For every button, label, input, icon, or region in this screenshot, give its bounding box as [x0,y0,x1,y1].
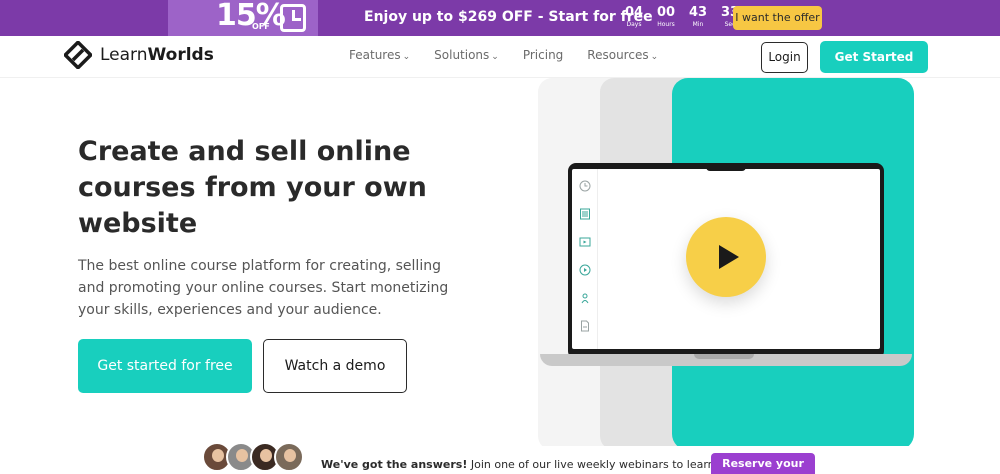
logo[interactable]: LearnWorlds [62,39,214,71]
promo-artwork: 15% OFF [168,0,318,36]
file-icon [579,317,591,332]
top-nav: LearnWorlds Features ⌄ Solutions ⌄ Pricing… [0,36,1000,96]
avatar-face [236,449,248,462]
menu-item-resources[interactable]: Resources ⌄ [587,48,658,62]
countdown-minutes: 43 Min [686,5,710,29]
play-circle-icon [579,261,591,276]
countdown-timer: 04 Days 00 Hours 43 Min 33 Sec [622,5,742,29]
menu-item-features[interactable]: Features ⌄ [349,48,410,62]
logo-text: LearnWorlds [100,45,214,65]
watch-demo-button[interactable]: Watch a demo [263,339,407,393]
menu-item-pricing[interactable]: Pricing [523,48,563,62]
promo-banner: 15% OFF Enjoy up to $269 OFF - Start for… [0,0,1000,36]
promo-off-label: OFF [252,22,270,31]
promo-message: Enjoy up to $269 OFF - Start for free [364,9,653,25]
countdown-value: 00 [656,5,676,20]
chevron-down-icon: ⌄ [491,52,499,62]
countdown-label: Hours [657,21,675,28]
hero-headline: Create and sell online courses from your… [78,136,427,239]
logo-text-bold: Worlds [147,45,214,65]
menu-item-label: Solutions [434,48,490,62]
reserve-spot-button[interactable]: Reserve your Spot! [711,453,815,474]
main-menu: Features ⌄ Solutions ⌄ Pricing Resources ⌄ [349,48,682,62]
webinar-message-bold: We've got the answers! [321,458,468,471]
logo-icon [62,39,94,71]
laptop-notch [706,163,746,171]
get-started-free-button[interactable]: Get Started Free [820,41,928,96]
laptop-base-lip [694,354,754,359]
menu-item-label: Features [349,48,401,62]
avatar-face [284,449,296,462]
offer-button[interactable]: I want the offer [733,6,822,30]
clock-icon [579,177,591,192]
avatar-face [260,449,272,462]
course-sidebar [572,169,598,349]
person-icon [579,289,591,304]
countdown-label: Min [692,21,704,28]
countdown-value: 43 [688,5,708,20]
menu-item-label: Resources [587,48,649,62]
clock-icon [280,4,306,32]
document-icon [579,205,591,220]
hero-subtext: The best online course platform for crea… [78,258,449,318]
menu-item-solutions[interactable]: Solutions ⌄ [434,48,499,62]
webinar-message: We've got the answers! Join one of our l… [321,458,751,471]
avatar-face [212,449,224,462]
countdown-label: Days [626,21,642,28]
get-started-button[interactable]: Get started for free [78,339,252,393]
host-avatars [202,442,304,472]
webinar-message-text: Join one of our live weekly webinars to … [467,458,752,471]
promo-percent: 15% [216,0,286,33]
menu-item-label: Pricing [522,48,564,62]
chevron-down-icon: ⌄ [650,52,659,62]
countdown-days: 04 Days [622,5,646,29]
play-icon[interactable] [686,217,766,297]
slides-icon [579,233,591,247]
avatar [274,442,304,472]
chevron-down-icon: ⌄ [402,52,411,62]
logo-text-light: Learn [100,45,148,65]
login-button[interactable]: Login [761,42,808,73]
countdown-value: 04 [624,5,644,20]
countdown-hours: 00 Hours [654,5,678,29]
